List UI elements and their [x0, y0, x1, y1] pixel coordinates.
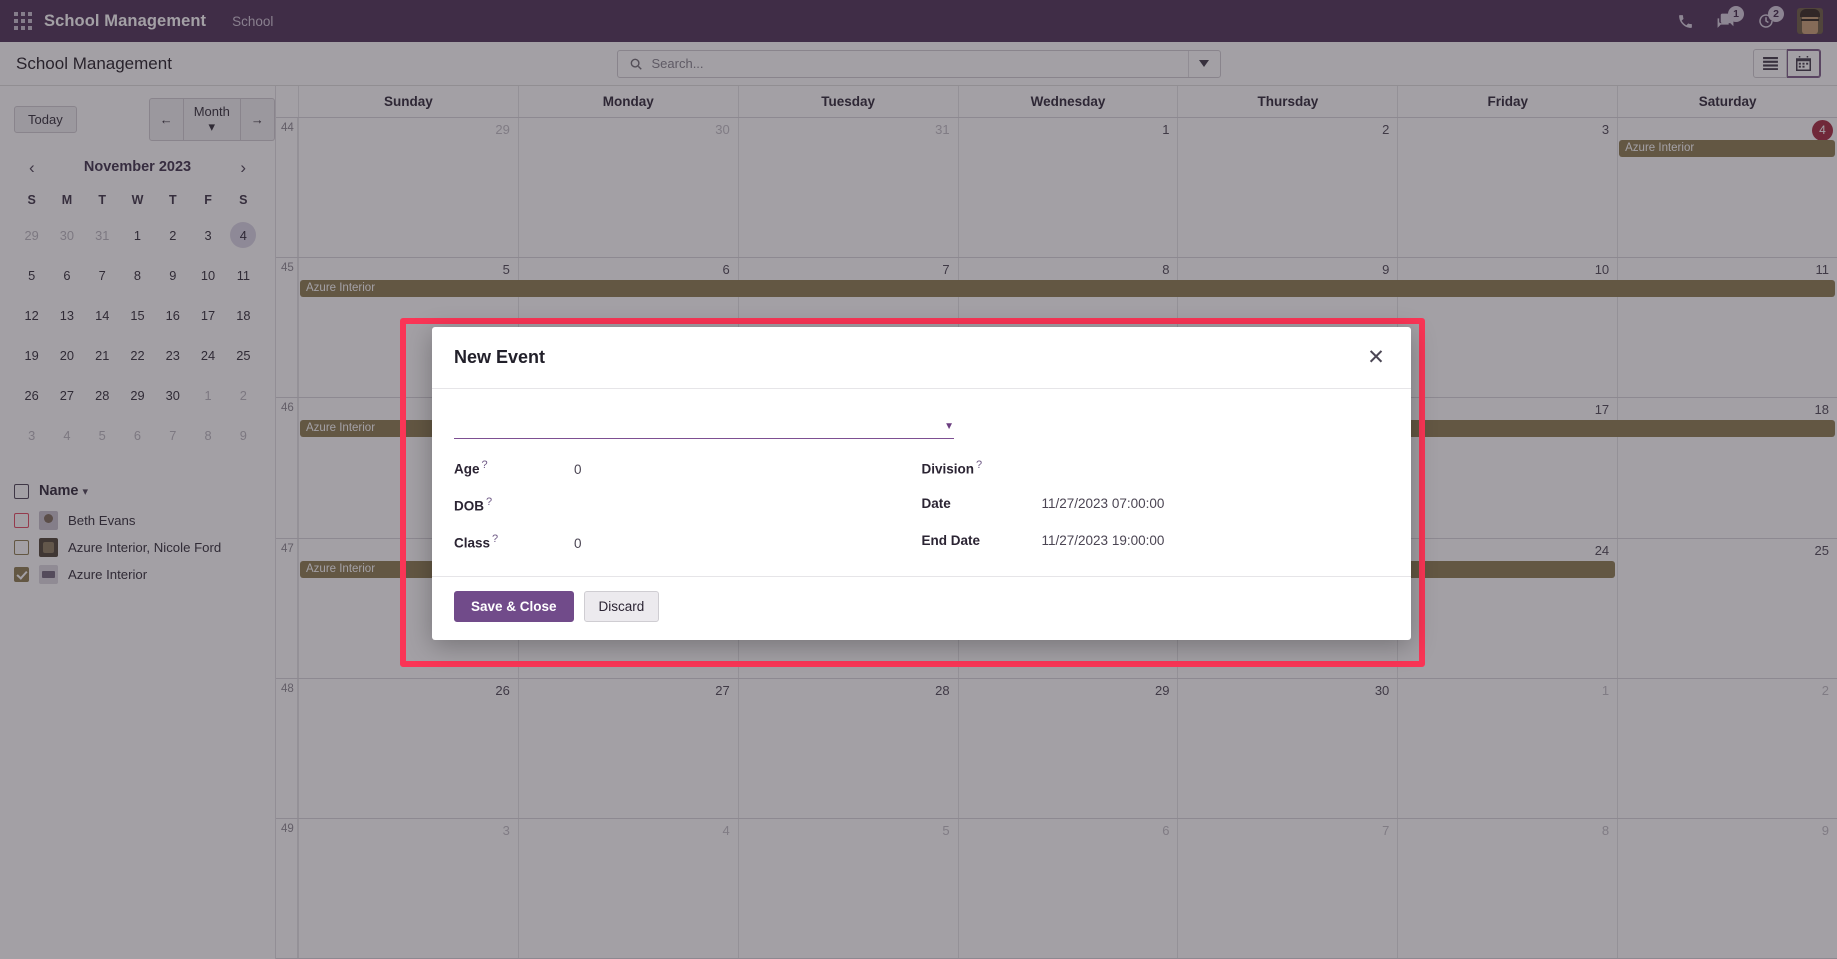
field-row: Class? 0 [454, 533, 922, 570]
dialog-header: New Event ✕ [432, 327, 1411, 389]
field-label: Class? [454, 533, 499, 551]
help-icon[interactable]: ? [486, 496, 492, 508]
dialog-fields: Age? 0 DOB? Class? 0 Division? Date 11/27/2023… [454, 445, 1389, 570]
field-row: Date 11/27/2023 07:00:00 [922, 496, 1390, 533]
caret-down-icon[interactable]: ▼ [944, 422, 954, 435]
field-row: Age? 0 [454, 459, 922, 496]
field-label: Date [921, 496, 951, 511]
new-event-dialog: New Event ✕ ▼ Age? 0 DOB? Class? 0 Division?… [432, 327, 1411, 640]
field-label: End Date [921, 533, 981, 548]
field-label: Age? [454, 459, 488, 477]
dialog-footer: Save & Close Discard [432, 576, 1411, 640]
left-field-column: Age? 0 DOB? Class? 0 [454, 459, 922, 570]
field-row: End Date 11/27/2023 19:00:00 [922, 533, 1390, 570]
field-value[interactable]: 0 [574, 536, 582, 551]
close-icon[interactable]: ✕ [1363, 345, 1389, 371]
right-field-column: Division? Date 11/27/2023 07:00:00 End Date… [922, 459, 1390, 570]
help-icon[interactable]: ? [976, 459, 982, 471]
help-icon[interactable]: ? [492, 533, 498, 545]
save-and-close-button[interactable]: Save & Close [454, 591, 574, 622]
field-row: DOB? [454, 496, 922, 533]
field-value[interactable]: 11/27/2023 19:00:00 [1042, 533, 1165, 548]
name-field-row: ▼ [454, 411, 1389, 445]
app-root: School Management School 1 2 School Mana… [0, 0, 1837, 959]
field-label: DOB? [454, 496, 493, 514]
field-value[interactable]: 0 [574, 462, 582, 477]
dialog-title: New Event [454, 347, 546, 367]
dialog-body: ▼ Age? 0 DOB? Class? 0 Division? Date 11/27/20… [432, 389, 1411, 576]
help-icon[interactable]: ? [482, 459, 488, 471]
name-field-wrap[interactable]: ▼ [454, 411, 954, 439]
field-label: Division? [921, 459, 983, 477]
discard-button[interactable]: Discard [583, 591, 660, 622]
name-input[interactable] [454, 411, 945, 435]
field-row: Division? [922, 459, 1390, 496]
field-value[interactable]: 11/27/2023 07:00:00 [1042, 496, 1165, 511]
